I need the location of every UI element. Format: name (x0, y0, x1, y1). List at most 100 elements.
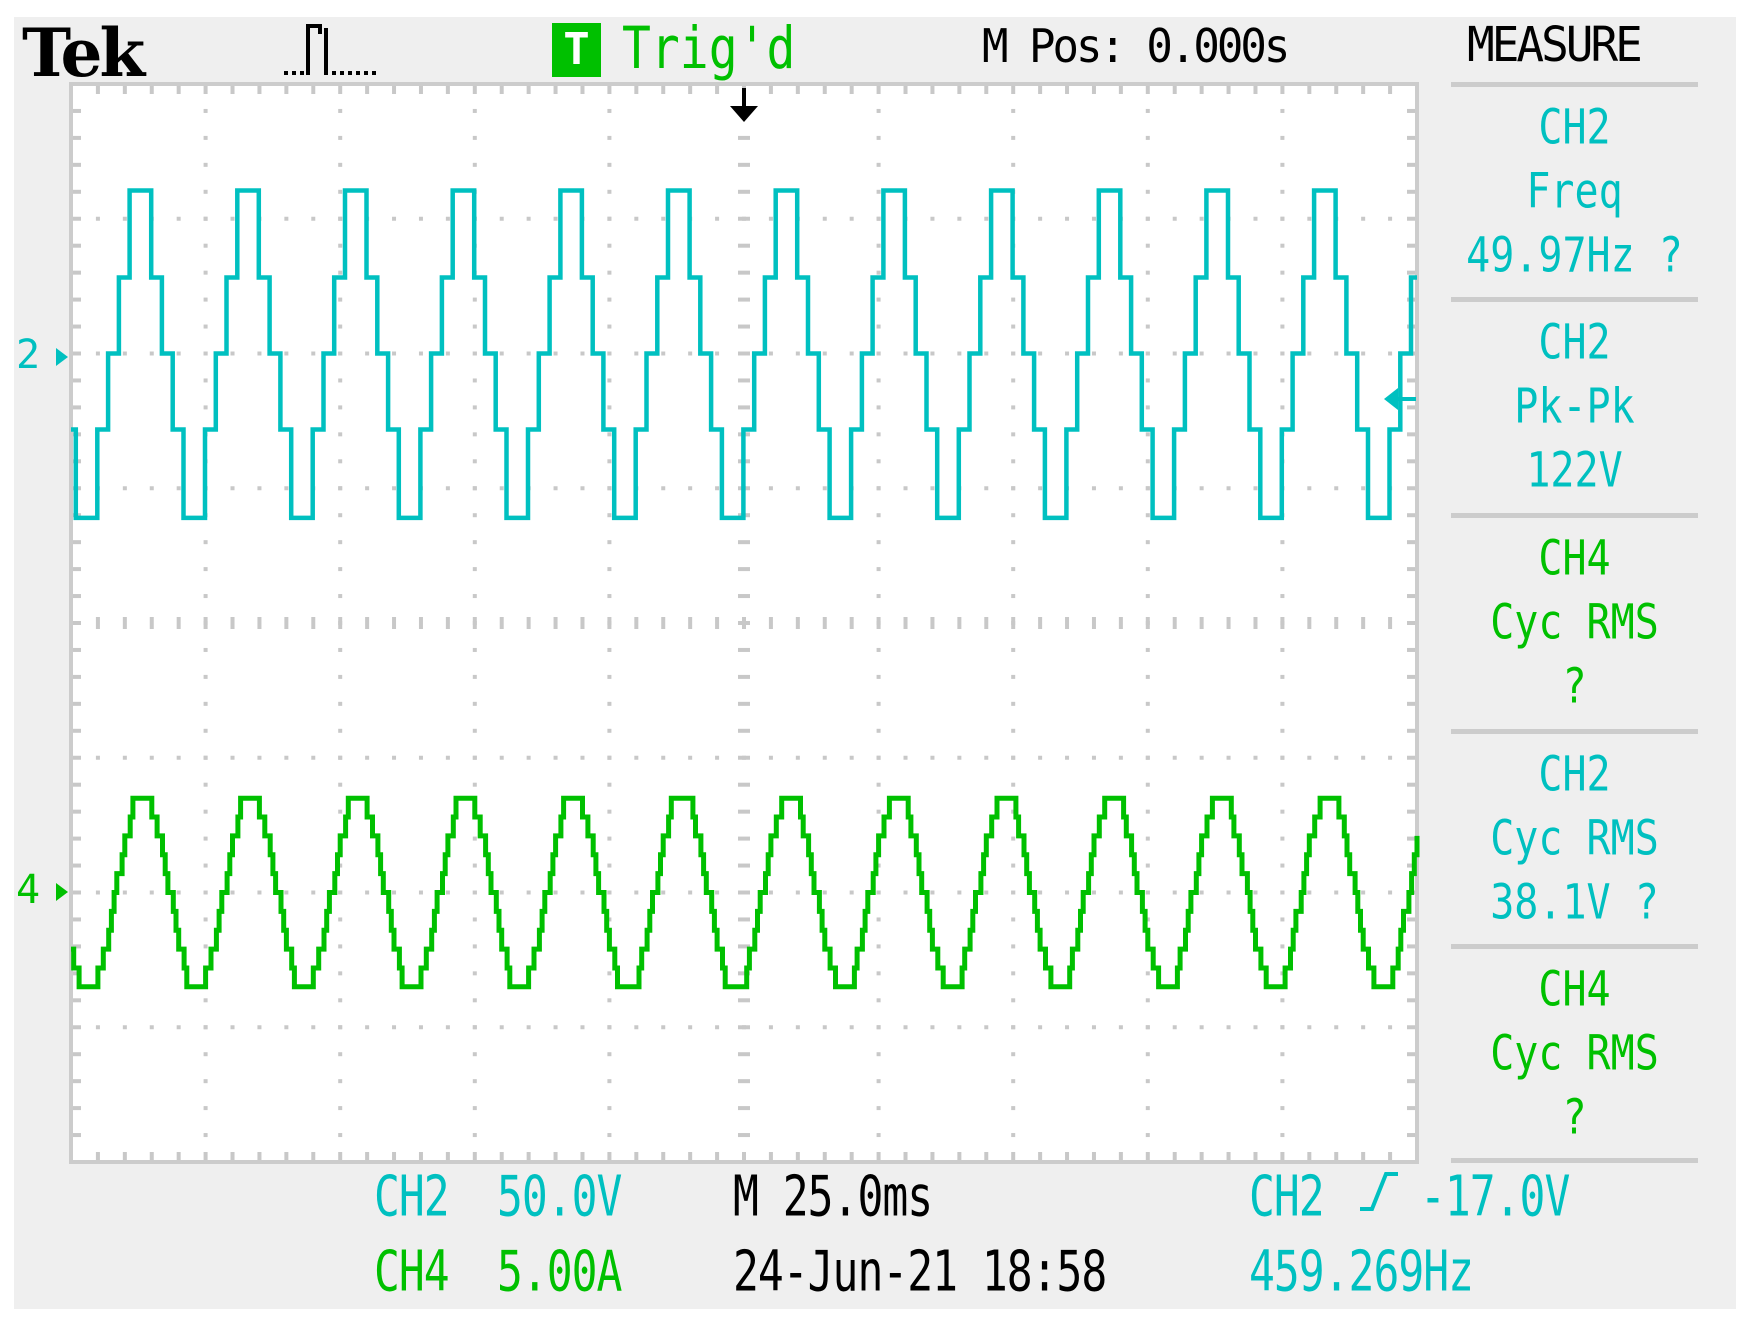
grid-dot (984, 486, 989, 491)
measure-value[interactable]: 38.1V ? (1451, 879, 1698, 927)
grid-dot (526, 1025, 531, 1030)
center-tick (338, 617, 343, 629)
grid-dot (203, 594, 208, 599)
grid-dot (1011, 540, 1016, 545)
grid-dot (1011, 108, 1016, 113)
grid-dot (1280, 998, 1285, 1003)
grid-dot (1065, 216, 1070, 221)
grid-dot (849, 216, 854, 221)
center-tick (876, 617, 881, 629)
grid-dot (338, 486, 343, 491)
grid-dot (1199, 1025, 1204, 1030)
grid-dot (311, 755, 316, 760)
measure-type[interactable]: Freq (1451, 168, 1698, 216)
grid-dot (1145, 809, 1150, 814)
grid-dot (365, 755, 370, 760)
grid-dot (742, 351, 746, 356)
grid-dot (1011, 567, 1016, 572)
center-tick (365, 617, 370, 629)
grid-dot (1011, 459, 1016, 464)
center-tick (738, 836, 750, 841)
grid-dot (1145, 1079, 1150, 1084)
grid-dot (338, 917, 343, 922)
grid-dot (876, 1052, 881, 1057)
measure-source[interactable]: CH4 (1451, 535, 1698, 583)
measure-value[interactable]: 49.97Hz ? (1451, 232, 1698, 280)
grid-dot (607, 513, 612, 518)
grid-dot (849, 351, 854, 356)
measure-value[interactable]: ? (1451, 663, 1698, 711)
center-tick (738, 324, 750, 329)
grid-dot (634, 890, 639, 895)
grid-dot (1011, 728, 1016, 733)
grid-dot (634, 351, 639, 356)
grid-dot (553, 486, 558, 491)
measure-separator (1451, 513, 1698, 518)
grid-dot (338, 405, 343, 410)
grid-dot (1145, 378, 1150, 383)
grid-dot (176, 755, 181, 760)
measure-value[interactable]: ? (1451, 1094, 1698, 1142)
grid-dot (1172, 755, 1177, 760)
grid-dot (203, 755, 208, 760)
grid-dot (580, 755, 585, 760)
timebase: M 25.0ms (733, 1164, 933, 1230)
grid-dot (876, 270, 881, 275)
grid-dot (795, 755, 800, 760)
grid-dot (203, 162, 208, 167)
grid-dot (365, 1025, 370, 1030)
grid-dot (1280, 351, 1285, 356)
grid-dot (203, 378, 208, 383)
grid-dot (715, 486, 720, 491)
grid-dot (661, 1025, 666, 1030)
grid-dot (149, 890, 154, 895)
grid-dot (418, 890, 423, 895)
grid-dot (338, 567, 343, 572)
trigger-frequency: 459.269Hz (1249, 1239, 1474, 1305)
grid-dot (472, 324, 477, 329)
grid-dot (284, 1025, 289, 1030)
grid-dot (203, 189, 208, 194)
grid-dot (1065, 755, 1070, 760)
grid-dot (1011, 135, 1016, 140)
grid-dot (1226, 351, 1231, 356)
grid-dot (876, 459, 881, 464)
center-tick (1091, 617, 1096, 629)
grid-dot (1334, 890, 1339, 895)
grid-dot (445, 486, 450, 491)
grid-dot (876, 674, 881, 679)
grid-dot (338, 1025, 343, 1030)
grid-dot (903, 486, 908, 491)
grid-dot (984, 1025, 989, 1030)
grid-dot (338, 108, 343, 113)
ch4-ground-arrow-icon (56, 883, 68, 901)
center-tick (903, 617, 908, 629)
grid-dot (338, 647, 343, 652)
measure-type[interactable]: Cyc RMS (1451, 599, 1698, 647)
grid-dot (338, 971, 343, 976)
measure-type[interactable]: Pk-Pk (1451, 383, 1698, 431)
grid-dot (1011, 701, 1016, 706)
grid-dot (338, 1079, 343, 1084)
grid-dot (392, 755, 397, 760)
measure-type[interactable]: Cyc RMS (1451, 815, 1698, 863)
grid-dot (472, 863, 477, 868)
grid-dot (230, 1025, 235, 1030)
measure-source[interactable]: CH2 (1451, 751, 1698, 799)
grid-dot (1199, 890, 1204, 895)
grid-dot (203, 1052, 208, 1057)
measure-type[interactable]: Cyc RMS (1451, 1030, 1698, 1078)
ch4-label: CH4 (374, 1239, 450, 1305)
grid-dot (553, 755, 558, 760)
grid-dot (472, 701, 477, 706)
grid-dot (957, 1025, 962, 1030)
measure-source[interactable]: CH2 (1451, 104, 1698, 152)
measure-source[interactable]: CH4 (1451, 966, 1698, 1014)
grid-dot (176, 1025, 181, 1030)
grid-dot (1280, 324, 1285, 329)
grid-dot (607, 971, 612, 976)
grid-dot (1011, 863, 1016, 868)
measure-source[interactable]: CH2 (1451, 319, 1698, 367)
measure-value[interactable]: 122V (1451, 447, 1698, 495)
grid-dot (876, 297, 881, 302)
